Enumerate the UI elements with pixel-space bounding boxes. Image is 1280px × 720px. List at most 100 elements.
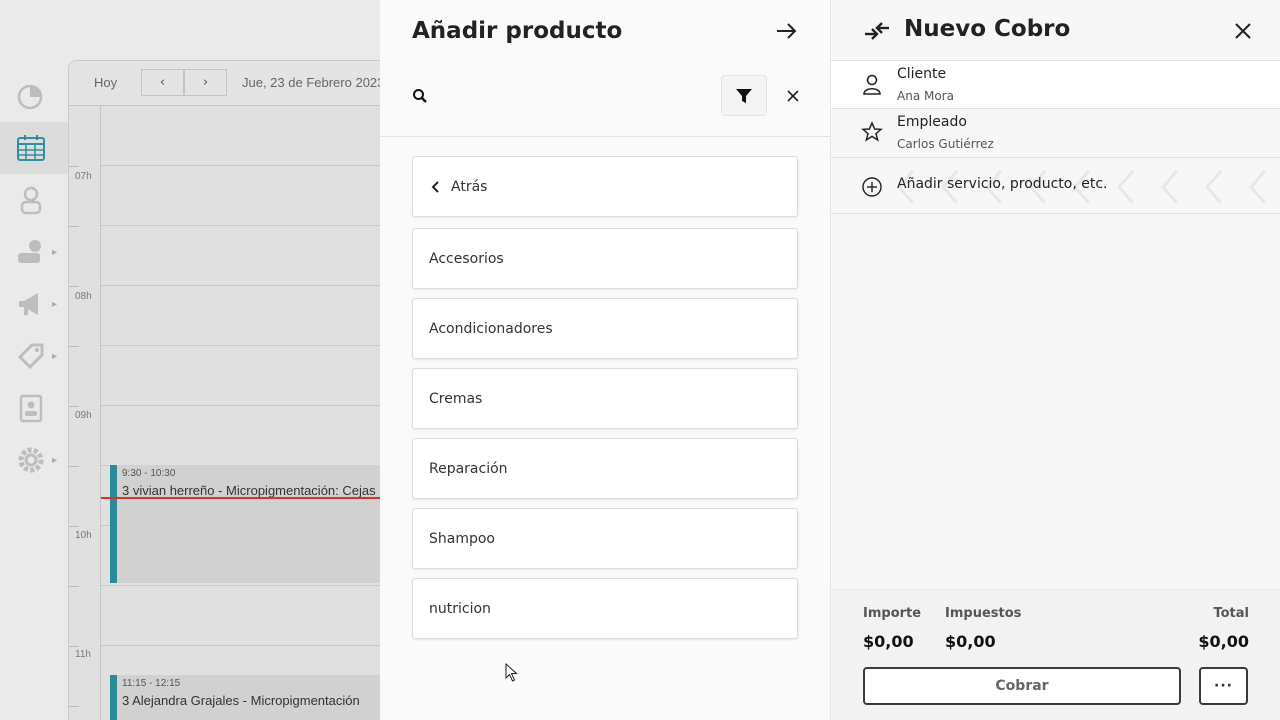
new-charge-panel: Nuevo Cobro Cliente Ana Mora Empleado Ca… bbox=[830, 0, 1280, 720]
sidebar: ▸ ▸ ▸ ▸ bbox=[0, 60, 68, 720]
megaphone-icon bbox=[19, 293, 38, 315]
tick bbox=[69, 226, 79, 227]
panel-title: Añadir producto bbox=[412, 18, 623, 44]
grid-line bbox=[101, 345, 388, 346]
chevron-right-icon: ▸ bbox=[52, 246, 58, 258]
grid-line bbox=[101, 645, 388, 646]
sidebar-item-staff[interactable] bbox=[0, 382, 68, 434]
grid-line bbox=[101, 285, 388, 286]
tick bbox=[69, 406, 79, 407]
client-label: Cliente bbox=[897, 66, 947, 82]
time-column: 07h 08h 09h 10h 11h bbox=[69, 106, 101, 720]
category-item[interactable]: Shampoo bbox=[412, 508, 798, 569]
search-input[interactable] bbox=[440, 53, 740, 93]
hour-label: 09h bbox=[75, 410, 92, 421]
tax-label: Impuestos bbox=[945, 606, 1022, 621]
panel-title: Nuevo Cobro bbox=[904, 16, 1071, 42]
chevron-right-icon: ▸ bbox=[52, 350, 58, 362]
event-title: 3 Alejandra Grajales - Micropigmentación bbox=[122, 693, 360, 708]
tick bbox=[69, 706, 79, 707]
hour-label: 08h bbox=[75, 291, 92, 302]
grid-line bbox=[101, 585, 388, 586]
appointment-event[interactable]: 11:15 - 12:15 3 Alejandra Grajales - Mic… bbox=[110, 675, 388, 720]
swap-arrows-icon bbox=[865, 22, 889, 40]
category-item[interactable]: Acondicionadores bbox=[412, 298, 798, 359]
search-icon bbox=[413, 89, 427, 103]
tick bbox=[69, 646, 79, 647]
sidebar-item-finance[interactable]: ▸ bbox=[0, 226, 68, 278]
tick bbox=[69, 166, 79, 167]
tick bbox=[69, 346, 79, 347]
hour-label: 07h bbox=[75, 171, 92, 182]
hour-label: 11h bbox=[75, 649, 91, 660]
calendar-toolbar: Hoy ‹ › Jue, 23 de Febrero 2023 bbox=[69, 61, 388, 106]
search-bar bbox=[380, 45, 830, 137]
back-button[interactable]: Atrás bbox=[412, 156, 798, 217]
amount-label: Importe bbox=[863, 606, 922, 621]
tick bbox=[69, 526, 79, 527]
plus-circle-icon bbox=[862, 177, 882, 197]
sidebar-item-calendar[interactable] bbox=[0, 122, 68, 174]
gear-icon bbox=[18, 447, 44, 473]
today-button[interactable]: Hoy bbox=[94, 75, 117, 90]
employee-row[interactable]: Empleado Carlos Gutiérrez bbox=[831, 109, 1280, 158]
calendar-icon bbox=[17, 135, 45, 161]
tick bbox=[69, 286, 79, 287]
add-item-row[interactable]: Añadir servicio, producto, etc. bbox=[831, 159, 1280, 214]
chevron-right-icon: ▸ bbox=[52, 454, 58, 466]
chart-icon bbox=[17, 84, 43, 110]
more-options-button[interactable]: ··· bbox=[1199, 667, 1248, 705]
user-icon bbox=[20, 186, 42, 215]
filter-button[interactable] bbox=[721, 75, 767, 116]
tick bbox=[69, 466, 79, 467]
event-title: 3 vivian herreño - Micropigmentación: Ce… bbox=[122, 483, 376, 498]
current-date[interactable]: Jue, 23 de Febrero 2023 bbox=[242, 75, 384, 90]
close-icon[interactable] bbox=[1232, 20, 1254, 42]
employee-label: Empleado bbox=[897, 114, 967, 130]
employee-value: Carlos Gutiérrez bbox=[897, 137, 994, 151]
hour-label: 10h bbox=[75, 530, 92, 541]
chevron-left-icon bbox=[431, 180, 439, 193]
add-item-label: Añadir servicio, producto, etc. bbox=[897, 176, 1108, 192]
sidebar-item-settings[interactable]: ▸ bbox=[0, 434, 68, 486]
grid-line bbox=[101, 165, 388, 166]
tax-value: $0,00 bbox=[945, 632, 996, 651]
star-icon bbox=[861, 121, 883, 142]
calendar-view: Hoy ‹ › Jue, 23 de Febrero 2023 07h 08h … bbox=[68, 60, 388, 720]
back-label: Atrás bbox=[451, 178, 488, 195]
sidebar-item-clients[interactable] bbox=[0, 174, 68, 226]
filter-icon bbox=[736, 88, 752, 103]
appointment-event[interactable]: 9:30 - 10:30 3 vivian herreño - Micropig… bbox=[110, 465, 388, 583]
totals-footer: Importe $0,00 Impuestos $0,00 Total $0,0… bbox=[831, 589, 1280, 720]
total-value: $0,00 bbox=[1198, 632, 1249, 651]
total-label: Total bbox=[1213, 606, 1249, 621]
event-time: 9:30 - 10:30 bbox=[122, 468, 176, 479]
next-day-button[interactable]: › bbox=[184, 69, 227, 96]
badge-icon bbox=[19, 394, 43, 423]
current-time-line bbox=[101, 497, 388, 499]
amount-value: $0,00 bbox=[863, 632, 914, 651]
close-icon[interactable] bbox=[784, 87, 802, 105]
user-icon bbox=[863, 74, 881, 95]
category-item[interactable]: Accesorios bbox=[412, 228, 798, 289]
sidebar-item-marketing[interactable]: ▸ bbox=[0, 278, 68, 330]
tag-icon bbox=[17, 343, 44, 370]
pay-button[interactable]: Cobrar bbox=[863, 667, 1181, 705]
sidebar-item-dashboard[interactable] bbox=[0, 70, 68, 122]
client-row[interactable]: Cliente Ana Mora bbox=[831, 60, 1280, 109]
event-time: 11:15 - 12:15 bbox=[122, 678, 181, 689]
category-item[interactable]: nutricion bbox=[412, 578, 798, 639]
prev-day-button[interactable]: ‹ bbox=[141, 69, 184, 96]
category-item[interactable]: Cremas bbox=[412, 368, 798, 429]
grid-line bbox=[101, 405, 388, 406]
money-icon bbox=[18, 240, 41, 263]
chevron-right-icon: ▸ bbox=[52, 298, 58, 310]
arrow-right-icon[interactable] bbox=[774, 18, 800, 44]
client-value: Ana Mora bbox=[897, 89, 954, 103]
category-item[interactable]: Reparación bbox=[412, 438, 798, 499]
grid-line bbox=[101, 225, 388, 226]
sidebar-item-products[interactable]: ▸ bbox=[0, 330, 68, 382]
mouse-cursor-icon bbox=[505, 663, 518, 682]
add-product-panel: Añadir producto Atrás Accesorios Acondic… bbox=[380, 0, 830, 720]
tick bbox=[69, 586, 79, 587]
